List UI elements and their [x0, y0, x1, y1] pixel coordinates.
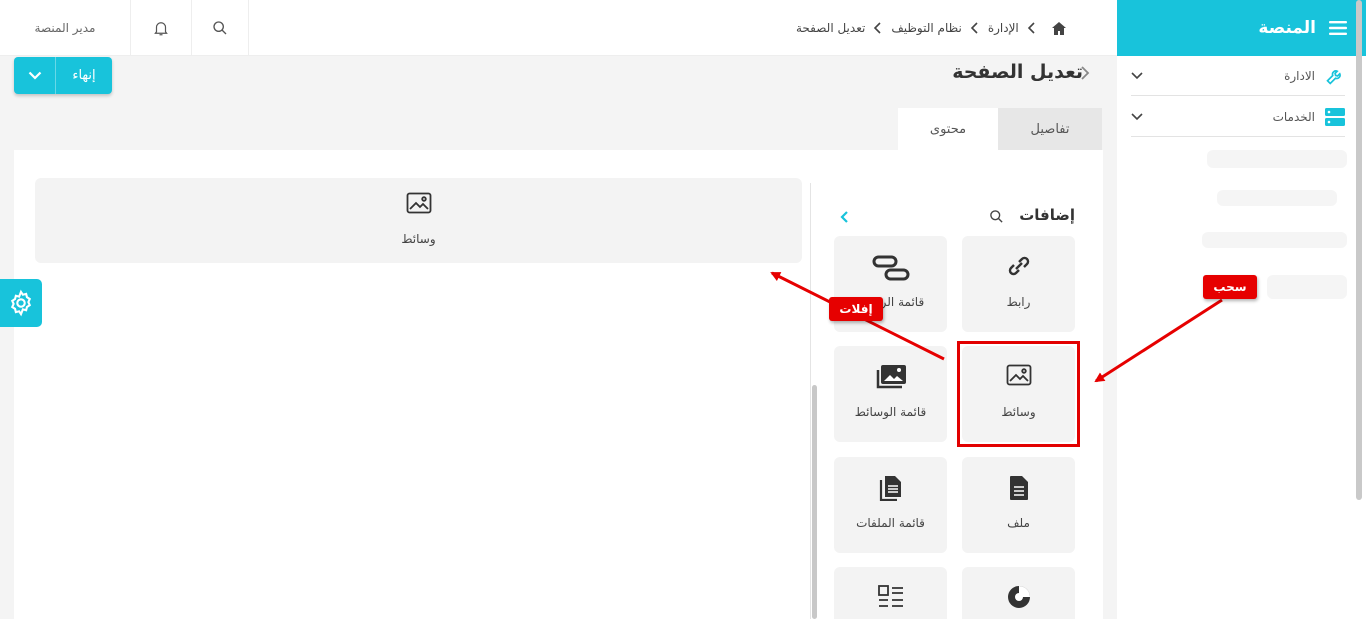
page-title: تعديل الصفحة [952, 61, 1083, 83]
addons-scrollbar[interactable] [812, 385, 817, 619]
drag-annotation-label: سحب [1203, 275, 1257, 299]
tab-details[interactable]: تفاصيل [998, 108, 1102, 150]
list-grid-icon [834, 585, 947, 609]
link-list-icon [834, 254, 947, 282]
chevron-left-icon[interactable] [840, 211, 849, 223]
addon-tile-label: قائمة الوسائط [854, 405, 927, 419]
highlight-box [957, 341, 1080, 447]
finish-button[interactable]: إنهاء [14, 57, 112, 94]
settings-button[interactable] [0, 279, 42, 327]
chevron-left-icon [1027, 22, 1037, 34]
addon-tile-list[interactable] [834, 567, 947, 619]
chevron-down-icon [1131, 112, 1143, 121]
blurred-content [1267, 275, 1347, 299]
sidebar-item-services[interactable]: الخدمات [1131, 97, 1345, 137]
search-button[interactable] [192, 0, 249, 56]
finish-label: إنهاء [72, 68, 96, 83]
breadcrumb-current: تعديل الصفحة [796, 21, 866, 35]
sidebar-header: المنصة [1117, 0, 1366, 56]
page-scrollbar[interactable] [1356, 0, 1362, 500]
sidebar: المنصة الادارة الخدمات [1117, 0, 1366, 619]
link-icon [962, 254, 1075, 278]
addon-tile-media-list[interactable]: قائمة الوسائط [834, 346, 947, 442]
gear-icon [7, 289, 35, 317]
top-bar: مدير المنصة تعديل الصفحة نظام التوظيف ال… [0, 0, 1117, 56]
menu-icon[interactable] [1328, 20, 1348, 36]
platform-title: المنصة [1258, 18, 1316, 38]
chevron-left-icon [873, 22, 883, 34]
addon-tile-files-list[interactable]: قائمة الملفات [834, 457, 947, 553]
tab-content[interactable]: محتوى [898, 108, 998, 150]
blurred-content [1217, 190, 1337, 206]
dropped-block-label: وسائط [401, 232, 436, 246]
addon-tile-link[interactable]: رابط [962, 236, 1075, 332]
user-name: مدير المنصة [34, 21, 96, 35]
image-icon [406, 192, 432, 214]
breadcrumb: تعديل الصفحة نظام التوظيف الإدارة [790, 0, 1110, 56]
addon-tile-file[interactable]: ملف [962, 457, 1075, 553]
media-list-icon [834, 364, 947, 390]
addon-tile-label: ملف [1007, 516, 1030, 530]
search-icon[interactable] [989, 209, 1004, 224]
breadcrumb-admin[interactable]: الإدارة [988, 21, 1019, 35]
blurred-content [1202, 232, 1347, 248]
notifications-button[interactable] [131, 0, 192, 56]
search-icon [212, 20, 228, 36]
sidebar-item-label: الادارة [1284, 68, 1315, 83]
bell-icon [152, 19, 170, 37]
home-icon[interactable] [1051, 21, 1067, 36]
addons-title: إضافات [1019, 206, 1075, 224]
addon-tile-label: رابط [1006, 295, 1031, 309]
user-menu[interactable]: مدير المنصة [0, 0, 131, 56]
file-icon [962, 475, 1075, 501]
sidebar-item-label: الخدمات [1272, 109, 1315, 124]
blurred-content [1207, 150, 1347, 168]
addon-tile-label: قائمة الملفات [856, 516, 925, 530]
wrench-icon [1325, 66, 1345, 86]
chevron-left-icon [970, 22, 980, 34]
pie-chart-icon [962, 585, 1075, 609]
sidebar-item-admin[interactable]: الادارة [1131, 56, 1345, 96]
dropped-media-block[interactable]: وسائط [35, 178, 802, 263]
addon-tile-chart[interactable] [962, 567, 1075, 619]
breadcrumb-recruitment[interactable]: نظام التوظيف [891, 21, 962, 35]
chevron-down-icon [1131, 71, 1143, 80]
panel-divider [810, 183, 811, 619]
drop-annotation-label: إفلات [829, 297, 883, 321]
server-icon [1325, 107, 1345, 126]
finish-dropdown-toggle[interactable] [14, 57, 56, 94]
files-list-icon [834, 475, 947, 501]
chevron-down-icon [28, 71, 42, 80]
